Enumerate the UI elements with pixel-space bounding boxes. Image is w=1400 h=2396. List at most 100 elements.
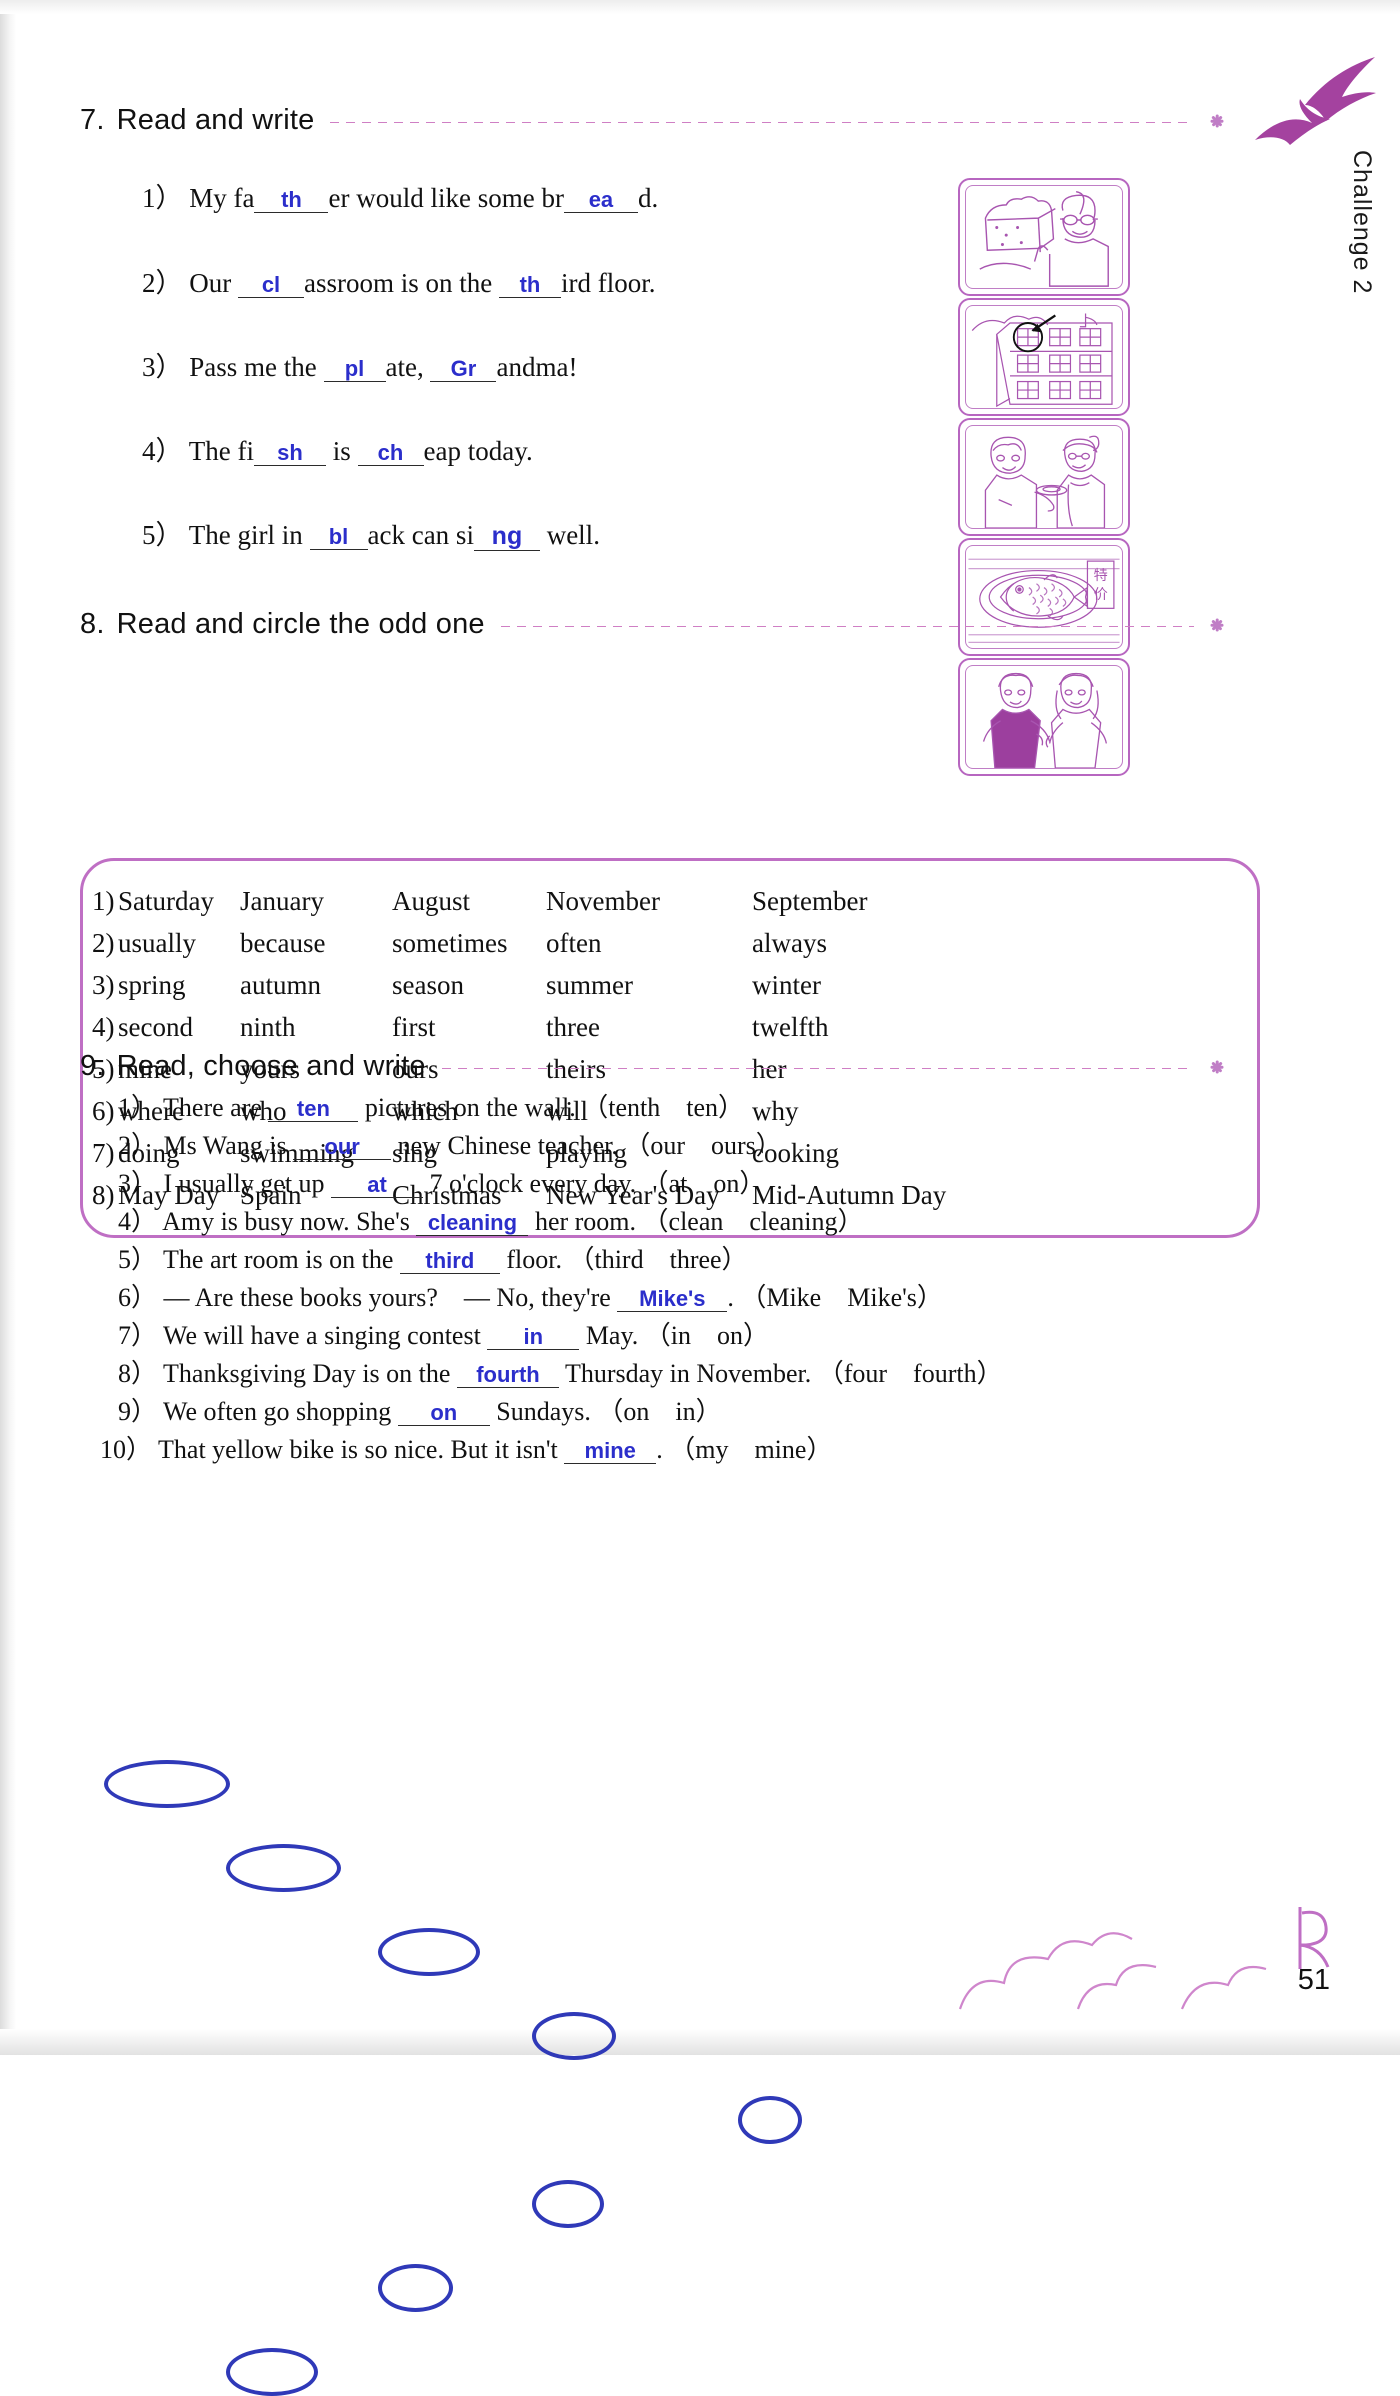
- item-text-post: pictures on the wall.: [358, 1093, 583, 1122]
- item-text-mid: ack can si: [367, 520, 474, 550]
- answer-blank[interactable]: Mike's: [617, 1288, 728, 1312]
- section-8-title: Read and circle the odd one: [116, 608, 485, 640]
- item-number: 9）: [118, 1397, 164, 1426]
- section-9-title: Read, choose and write: [116, 1050, 426, 1082]
- answer-blank[interactable]: our: [293, 1136, 392, 1160]
- word-cell[interactable]: always: [752, 928, 827, 959]
- word-cell[interactable]: January: [240, 886, 324, 917]
- word-cell[interactable]: first: [392, 1012, 436, 1043]
- word-cell[interactable]: ninth: [240, 1012, 296, 1043]
- answer-blank[interactable]: third: [399, 1250, 500, 1274]
- word-cell[interactable]: twelfth: [752, 1012, 828, 1043]
- word-cell[interactable]: second: [118, 1012, 193, 1043]
- picture-inner-frame: [965, 185, 1123, 289]
- word-cell[interactable]: why: [752, 1096, 799, 1127]
- section-9-item-5: 5） The art room is on the third floor. （…: [118, 1247, 748, 1274]
- item-number: 8）: [118, 1359, 164, 1388]
- section-9-heading: 9. Read, choose and write: [80, 1050, 1230, 1083]
- circled-answer-marker: [378, 1928, 480, 1976]
- item-number: 7）: [118, 1321, 164, 1350]
- word-cell[interactable]: because: [240, 928, 325, 959]
- answer-blank[interactable]: in: [487, 1326, 580, 1350]
- grandma-plate-icon: [984, 435, 1106, 528]
- item-options: （at on）: [642, 1169, 766, 1198]
- section-9-item-6: 6） — Are these books yours? — No, they'r…: [118, 1285, 943, 1312]
- bread-boy-icon: [979, 190, 1109, 287]
- row-number: 2): [92, 928, 115, 958]
- section-9-item-9: 9） We often go shopping on Sundays. （on …: [118, 1399, 722, 1426]
- answer-blank-5b[interactable]: ng: [473, 524, 540, 551]
- answer-blank-2a[interactable]: cl: [238, 274, 304, 298]
- answer-blank[interactable]: at: [331, 1174, 424, 1198]
- page-edge-shadow-bottom: [0, 2029, 1400, 2055]
- row-number: 8): [92, 1180, 115, 1210]
- item-number: 4）: [142, 436, 183, 466]
- item-text-post: .: [727, 1283, 741, 1312]
- item-text-post: andma!: [496, 352, 578, 382]
- answer-blank[interactable]: fourth: [456, 1364, 559, 1388]
- item-number: 5）: [142, 520, 183, 550]
- answer-blank[interactable]: cleaning: [416, 1212, 529, 1236]
- row-number: 1): [92, 886, 115, 916]
- item-text-post: floor.: [499, 1245, 569, 1274]
- section-9-item-10: 10） That yellow bike is so nice. But it …: [100, 1437, 832, 1464]
- item-options: （on in）: [597, 1397, 722, 1426]
- item-number: 1）: [118, 1093, 164, 1122]
- item-text-post: d.: [637, 183, 659, 213]
- item-number: 10）: [100, 1435, 159, 1464]
- picture-inner-frame: [965, 425, 1123, 529]
- circled-answer-marker: [738, 2096, 802, 2144]
- row-number: 6): [92, 1096, 115, 1126]
- item-text-mid: assroom is on the: [304, 268, 493, 298]
- item-text-pre: The fi: [188, 436, 254, 466]
- item-options: （tenth ten）: [582, 1093, 744, 1122]
- svg-text:价: 价: [1094, 587, 1108, 603]
- answer-blank[interactable]: ten: [268, 1098, 359, 1122]
- item-number: 1）: [142, 183, 183, 213]
- answer-blank[interactable]: mine: [564, 1440, 657, 1464]
- answer-blank-4b[interactable]: ch: [357, 442, 424, 466]
- section-9-item-4: 4） Amy is busy now. She's cleaning her r…: [118, 1209, 863, 1236]
- row-number: 4): [92, 1012, 115, 1042]
- item-text-post: May.: [579, 1321, 645, 1350]
- item-text-pre: — Are these books yours? — No, they're: [163, 1283, 618, 1312]
- item-options: （clean cleaning）: [642, 1207, 864, 1236]
- section-7-item-2: 2） Our cl assroom is on the th ird floor.: [142, 270, 656, 298]
- circled-answer-marker: [104, 1760, 230, 1808]
- word-cell[interactable]: Saturday: [118, 886, 214, 917]
- answer-blank-4a[interactable]: sh: [254, 442, 326, 466]
- item-text-pre: Ms Wang is: [163, 1131, 294, 1160]
- picture-inner-frame: [965, 305, 1123, 409]
- word-cell[interactable]: November: [546, 886, 660, 917]
- word-cell[interactable]: August: [392, 886, 470, 917]
- odd-one-out-row: 4) second ninth first three twelfth: [0, 1012, 1400, 2060]
- word-cell[interactable]: often: [546, 928, 601, 959]
- item-text-post: well.: [546, 520, 600, 550]
- word-cell[interactable]: winter: [752, 970, 821, 1001]
- word-cell[interactable]: September: [752, 886, 867, 917]
- word-cell[interactable]: season: [392, 970, 464, 1001]
- section-8-number: 8.: [80, 608, 105, 640]
- answer-blank[interactable]: on: [397, 1402, 490, 1426]
- answer-blank-1b[interactable]: ea: [563, 189, 638, 213]
- word-cell[interactable]: usually: [118, 928, 196, 959]
- section-8-dashed-rule: [500, 626, 1194, 627]
- building-icon: [971, 313, 1113, 408]
- answer-blank-1a[interactable]: th: [254, 189, 329, 213]
- picture-inner-frame: [965, 665, 1123, 769]
- section-7-dashed-rule: [330, 122, 1194, 123]
- word-cell[interactable]: three: [546, 1012, 600, 1043]
- item-text-post: Sundays.: [489, 1397, 598, 1426]
- word-cell[interactable]: summer: [546, 970, 633, 1001]
- answer-blank-3a[interactable]: pl: [323, 358, 386, 382]
- item-number: 2）: [118, 1131, 164, 1160]
- word-cell[interactable]: sometimes: [392, 928, 508, 959]
- answer-blank-3b[interactable]: Gr: [430, 358, 497, 382]
- answer-blank-5a[interactable]: bl: [309, 526, 368, 550]
- word-cell[interactable]: spring: [118, 970, 186, 1001]
- item-text-pre: That yellow bike is so nice. But it isn'…: [158, 1435, 565, 1464]
- item-options: （Mike Mike's）: [740, 1283, 943, 1312]
- answer-blank-2b[interactable]: th: [499, 274, 561, 298]
- word-cell[interactable]: autumn: [240, 970, 321, 1001]
- section-9-dashed-rule: [441, 1068, 1194, 1069]
